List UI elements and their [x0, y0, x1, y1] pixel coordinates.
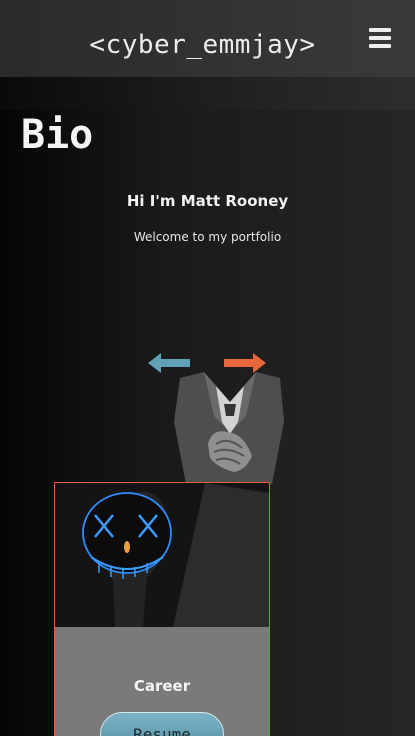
suited-figure-illustration: [174, 372, 284, 484]
hamburger-menu-icon[interactable]: [369, 28, 391, 48]
greeting-text: Hi I'm Matt Rooney: [126, 192, 289, 210]
welcome-text: Welcome to my portfolio: [133, 230, 282, 244]
site-brand[interactable]: <cyber_emmjay>: [0, 30, 415, 60]
page-title: Bio: [21, 112, 94, 158]
card-label: Career: [133, 677, 191, 695]
career-card[interactable]: Career Resume: [54, 482, 270, 736]
top-navbar: <cyber_emmjay>: [0, 0, 415, 77]
header-divider-band: [0, 77, 415, 110]
neon-mask-photo: [55, 483, 269, 627]
resume-button[interactable]: Resume: [100, 712, 224, 736]
